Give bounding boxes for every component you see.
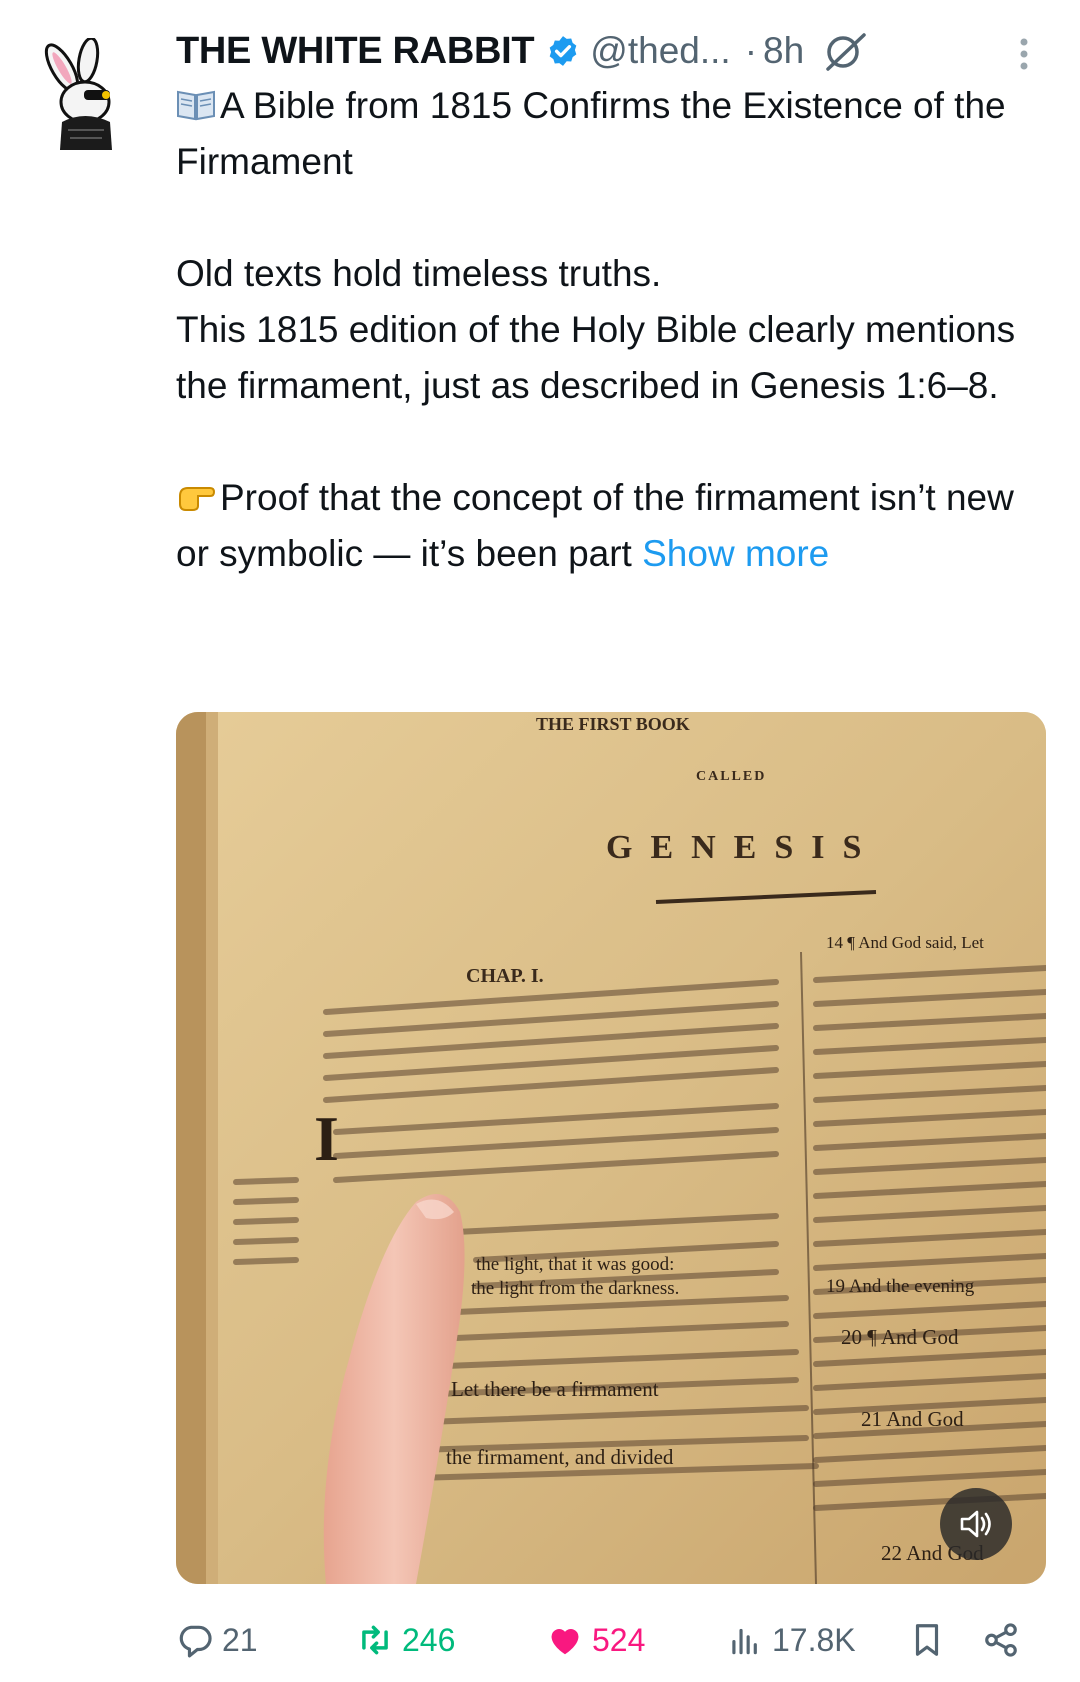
show-more-link[interactable]: Show more <box>642 533 829 574</box>
separator-dot: · <box>744 30 758 71</box>
views-count: 17.8K <box>772 1621 856 1658</box>
mute-button[interactable] <box>940 1488 1012 1560</box>
share-icon <box>985 1623 1017 1657</box>
avatar[interactable] <box>40 36 130 150</box>
reply-count: 21 <box>222 1621 258 1658</box>
open-book-emoji <box>177 90 215 121</box>
tweet-line-1-text: A Bible from 1815 Confirms the Existence… <box>176 85 1006 182</box>
views-button[interactable]: 17.8K <box>726 1612 856 1668</box>
chapter-text: CHAP. I. <box>466 965 544 987</box>
rabbit-avatar-icon <box>44 36 112 150</box>
tweet-text: A Bible from 1815 Confirms the Existence… <box>176 78 1056 582</box>
verse-20-text: 20 ¶ And God <box>841 1325 959 1349</box>
more-vertical-icon[interactable] <box>1015 34 1033 74</box>
retweet-button[interactable]: 246 <box>356 1612 455 1668</box>
body-text-2: the light from the darkness. <box>471 1278 679 1299</box>
reply-button[interactable]: 21 <box>176 1612 258 1668</box>
tweet-line-1: A Bible from 1815 Confirms the Existence… <box>176 78 1056 190</box>
grok-icon[interactable] <box>822 31 868 71</box>
speaker-icon <box>960 1510 991 1538</box>
video-media[interactable]: THE FIRST BOOK CALLED GENESIS CHAP. I. 1… <box>176 712 1046 1584</box>
like-button[interactable]: 524 <box>546 1612 645 1668</box>
tweet-line-3: This 1815 edition of the Holy Bible clea… <box>176 309 1016 406</box>
tweet-line-2: Old texts hold timeless truths. <box>176 253 662 294</box>
bible-page-image: THE FIRST BOOK CALLED GENESIS CHAP. I. 1… <box>176 712 1046 1584</box>
reply-icon <box>179 1625 212 1658</box>
pointing-right-emoji <box>179 487 216 511</box>
body-text-1: the light, that it was good: <box>476 1254 674 1275</box>
verified-badge-icon <box>549 36 577 66</box>
user-handle[interactable]: @thed... <box>590 30 730 72</box>
called-text: CALLED <box>696 769 766 784</box>
retweet-count: 246 <box>402 1621 456 1658</box>
retweet-icon <box>362 1625 388 1655</box>
tweet-line-4-text: Proof that the concept of the firmament … <box>176 477 1014 574</box>
heart-icon <box>551 1629 579 1655</box>
action-bar: 21 246 524 17.8K <box>176 1612 1056 1668</box>
genesis-title: GENESIS <box>606 829 879 866</box>
verse-14-text: 14 ¶ And God said, Let <box>826 933 984 952</box>
bookmark-icon <box>915 1624 939 1656</box>
body-text-4: the firmament, and divided <box>446 1445 674 1469</box>
tweet-header: THE WHITE RABBIT @thed... · 8h <box>176 26 1056 76</box>
tweet-line-4: Proof that the concept of the firmament … <box>176 470 1056 582</box>
svg-text:I: I <box>314 1103 339 1174</box>
display-name[interactable]: THE WHITE RABBIT <box>176 30 535 73</box>
verse-19-text: 19 And the evening <box>826 1276 975 1297</box>
page-header-text: THE FIRST BOOK <box>536 714 690 734</box>
body-text-3: Let there be a firmament <box>451 1377 659 1401</box>
bookmark-button[interactable] <box>908 1612 946 1668</box>
share-button[interactable] <box>982 1612 1020 1668</box>
timestamp[interactable]: 8h <box>763 30 804 72</box>
views-icon <box>732 1628 757 1655</box>
verse-21-text: 21 And God <box>861 1407 964 1431</box>
like-count: 524 <box>592 1621 646 1658</box>
